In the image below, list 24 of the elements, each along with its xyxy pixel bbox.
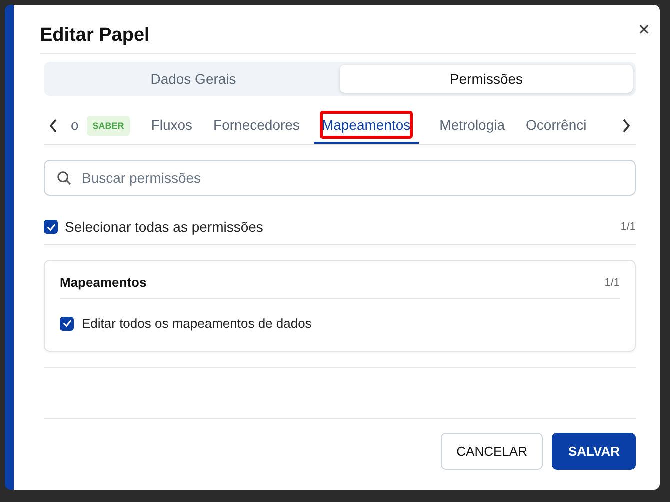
tab[interactable]: Fornecedores [206, 108, 300, 144]
segment-tab[interactable]: Permissões [340, 65, 633, 93]
count-text: 1/1 [620, 221, 636, 233]
chevron-left-icon[interactable] [49, 118, 59, 134]
card-title: Mapeamentos [60, 275, 147, 290]
segment-tab[interactable]: Dados Gerais [47, 65, 340, 93]
checkbox-label: Editar todos os mapeamentos de dados [82, 316, 312, 331]
tab[interactable]: o [64, 108, 79, 144]
cancel-button[interactable]: CANCELAR [440, 433, 544, 470]
close-button[interactable]: × [638, 19, 650, 42]
checkbox[interactable] [44, 220, 58, 234]
tab[interactable]: Fluxos [144, 108, 193, 144]
tab[interactable]: Ocorrênci [519, 108, 587, 144]
tab[interactable]: Metrologia [432, 108, 506, 144]
count-text: 1/1 [604, 276, 620, 288]
dialog-title: Editar Papel [40, 25, 150, 47]
search-icon [57, 171, 72, 186]
checkbox[interactable] [60, 316, 74, 330]
tag-badge: SABER [86, 116, 130, 136]
search-field[interactable]: Buscar permissões [44, 160, 636, 196]
chevron-right-icon[interactable] [621, 118, 631, 134]
checkbox-label: Selecionar todas as permissões [65, 219, 264, 235]
tab[interactable]: Mapeamentos [314, 108, 419, 144]
save-button[interactable]: SALVAR [552, 433, 636, 470]
